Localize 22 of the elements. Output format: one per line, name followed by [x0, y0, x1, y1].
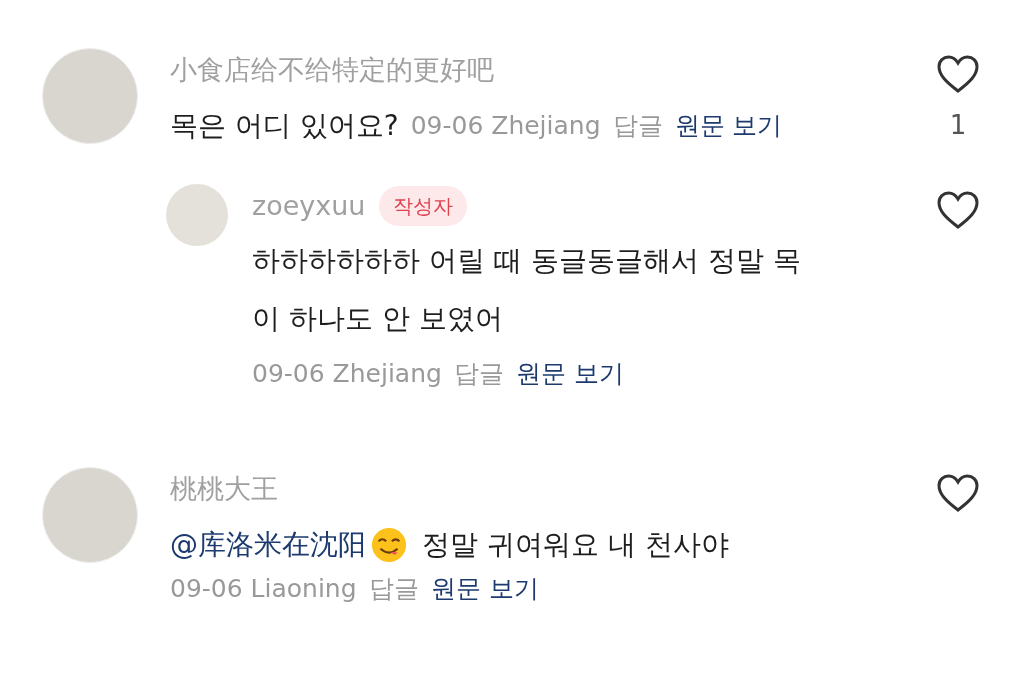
reply-link[interactable]: 답글 — [612, 104, 663, 148]
view-original-link[interactable]: 원문 보기 — [674, 104, 783, 148]
reply-text: 하하하하하하 어릴 때 동글동글해서 정말 목이 하나도 안 보였어 — [252, 243, 802, 337]
view-original-link[interactable]: 원문 보기 — [430, 567, 539, 611]
author-badge: 작성자 — [379, 186, 468, 226]
reply-link[interactable]: 답글 — [368, 567, 419, 611]
comment-date-location: 09-06 Liaoning — [170, 573, 357, 605]
smiling-face-icon — [370, 526, 408, 564]
comment-text: 목은 어디 있어요? — [170, 108, 399, 144]
username[interactable]: zoeyxuu — [252, 184, 366, 228]
heart-icon[interactable] — [936, 473, 980, 513]
heart-icon[interactable] — [936, 190, 980, 230]
heart-icon[interactable] — [936, 54, 980, 94]
username[interactable]: 小食店给不给特定的更好吧 — [170, 48, 936, 92]
view-original-link[interactable]: 원문 보기 — [515, 359, 624, 388]
reply-link[interactable]: 답글 — [453, 359, 504, 388]
like-count: 1 — [949, 110, 967, 140]
username[interactable]: 桃桃大王 — [170, 467, 936, 511]
mention-link[interactable]: @库洛米在沈阳 — [170, 523, 366, 567]
comment-text: 정말 귀여워요 내 천사야 — [422, 527, 729, 563]
reply-date-location: 09-06 Zhejiang — [252, 359, 442, 388]
comment-date-location: 09-06 Zhejiang — [410, 110, 601, 142]
